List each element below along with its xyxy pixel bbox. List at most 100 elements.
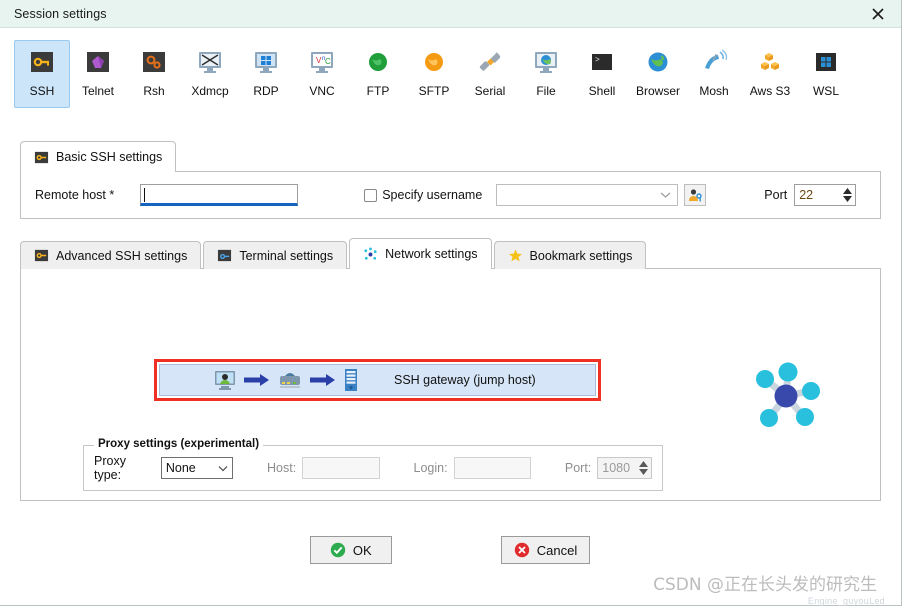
proxy-port-label: Port: <box>565 461 591 475</box>
proxy-settings-group: Proxy settings (experimental) Proxy type… <box>83 445 663 491</box>
session-settings-dialog: Session settings SSH Telnet <box>0 0 902 606</box>
tab-basic-ssh-settings[interactable]: Basic SSH settings <box>20 141 176 172</box>
chevron-up-icon <box>639 461 648 467</box>
browser-globe-icon <box>644 48 672 76</box>
shell-terminal-icon: > <box>588 48 616 76</box>
window-title: Session settings <box>0 7 107 21</box>
specify-username-group: Specify username <box>364 188 482 202</box>
gateway-icon-flow <box>160 368 358 392</box>
tab-label: Network settings <box>385 247 477 261</box>
proxy-login-input[interactable] <box>454 457 531 479</box>
ssh-key-icon <box>28 48 56 76</box>
svg-text:>: > <box>595 56 600 65</box>
dialog-footer: OK Cancel <box>0 536 900 564</box>
username-combobox[interactable] <box>496 184 678 206</box>
close-icon[interactable] <box>855 0 901 28</box>
client-monitor-icon <box>214 369 236 391</box>
tab-bookmark-settings[interactable]: Bookmark settings <box>494 241 647 269</box>
session-type-label: Mosh <box>699 84 728 98</box>
user-key-button[interactable] <box>684 184 706 206</box>
gateway-device-icon <box>278 369 302 391</box>
network-nodes-icon <box>363 247 378 262</box>
proxy-host-label: Host: <box>267 461 296 475</box>
session-type-sftp[interactable]: SFTP <box>406 40 462 108</box>
session-type-label: Serial <box>475 84 506 98</box>
terminal-blue-icon <box>217 248 232 263</box>
ssh-gateway-label: SSH gateway (jump host) <box>394 373 536 387</box>
chevron-down-icon <box>660 191 671 199</box>
session-type-label: SFTP <box>419 84 450 98</box>
proxy-port-spinner[interactable]: 1080 <box>597 457 652 479</box>
session-type-shell[interactable]: > Shell <box>574 40 630 108</box>
session-type-label: WSL <box>813 84 839 98</box>
session-type-strip: SSH Telnet Rsh <box>0 28 901 106</box>
proxy-port-value[interactable]: 1080 <box>598 458 635 478</box>
port-value[interactable]: 22 <box>795 185 839 205</box>
proxy-port-stepper[interactable] <box>635 458 651 478</box>
proxy-host-input[interactable] <box>302 457 379 479</box>
remote-host-input[interactable] <box>140 184 298 206</box>
star-icon <box>508 248 523 263</box>
cancel-label: Cancel <box>537 543 577 558</box>
watermark-text: CSDN @正在长头发的研究生 <box>653 570 877 595</box>
session-type-wsl[interactable]: WSL <box>798 40 854 108</box>
rsh-gears-icon <box>140 48 168 76</box>
title-bar: Session settings <box>0 0 901 28</box>
session-type-file[interactable]: File <box>518 40 574 108</box>
proxy-settings-legend: Proxy settings (experimental) <box>94 438 263 450</box>
ssh-gateway-button[interactable]: SSH gateway (jump host) <box>159 364 596 396</box>
proxy-type-label: Proxy type: <box>94 454 153 482</box>
session-type-label: File <box>536 84 555 98</box>
ssh-key-icon <box>34 150 49 165</box>
port-group: Port 22 <box>764 184 856 206</box>
cancel-button[interactable]: Cancel <box>501 536 590 564</box>
svg-text:C: C <box>325 57 331 66</box>
chevron-down-icon <box>843 196 852 202</box>
session-type-telnet[interactable]: Telnet <box>70 40 126 108</box>
ok-button[interactable]: OK <box>310 536 392 564</box>
arrow-right-icon <box>310 372 336 388</box>
sub-tab-row: Advanced SSH settings Terminal settings … <box>0 238 901 269</box>
session-type-label: Xdmcp <box>191 84 228 98</box>
sftp-globe-orange-icon <box>420 48 448 76</box>
session-type-label: SSH <box>30 84 55 98</box>
session-type-label: Aws S3 <box>750 84 790 98</box>
proxy-type-select[interactable]: None <box>161 457 233 479</box>
wsl-windows-icon <box>812 48 840 76</box>
session-type-aws-s3[interactable]: Aws S3 <box>742 40 798 108</box>
session-type-label: RDP <box>253 84 278 98</box>
port-label: Port <box>764 188 787 202</box>
x-circle-red-icon <box>514 542 530 558</box>
watermark-faint-text: Engine_guyouLed <box>808 596 885 606</box>
session-type-label: Rsh <box>143 84 164 98</box>
tab-label: Terminal settings <box>239 249 333 263</box>
ok-label: OK <box>353 543 372 558</box>
aws-s3-buckets-icon <box>756 48 784 76</box>
tab-terminal-settings[interactable]: Terminal settings <box>203 241 347 269</box>
vnc-monitor-icon: V n C <box>308 48 336 76</box>
telnet-crystal-icon <box>84 48 112 76</box>
session-type-ftp[interactable]: FTP <box>350 40 406 108</box>
session-type-vnc[interactable]: V n C VNC <box>294 40 350 108</box>
xdmcp-monitor-icon <box>196 48 224 76</box>
remote-host-label: Remote host * <box>35 188 114 202</box>
proxy-login-label: Login: <box>414 461 448 475</box>
ftp-globe-green-icon <box>364 48 392 76</box>
session-type-label: VNC <box>309 84 334 98</box>
tab-network-settings[interactable]: Network settings <box>349 238 491 269</box>
tab-advanced-ssh-settings[interactable]: Advanced SSH settings <box>20 241 201 269</box>
port-stepper[interactable] <box>839 185 855 205</box>
basic-tab-row: Basic SSH settings <box>0 141 901 172</box>
session-type-label: Shell <box>589 84 616 98</box>
session-type-mosh[interactable]: Mosh <box>686 40 742 108</box>
session-type-serial[interactable]: Serial <box>462 40 518 108</box>
session-type-ssh[interactable]: SSH <box>14 40 70 108</box>
session-type-rsh[interactable]: Rsh <box>126 40 182 108</box>
specify-username-label: Specify username <box>382 188 482 202</box>
session-type-browser[interactable]: Browser <box>630 40 686 108</box>
port-spinner[interactable]: 22 <box>794 184 856 206</box>
network-settings-panel: SSH gateway (jump host) Proxy s <box>20 268 881 501</box>
session-type-xdmcp[interactable]: Xdmcp <box>182 40 238 108</box>
session-type-rdp[interactable]: RDP <box>238 40 294 108</box>
specify-username-checkbox[interactable] <box>364 189 377 202</box>
